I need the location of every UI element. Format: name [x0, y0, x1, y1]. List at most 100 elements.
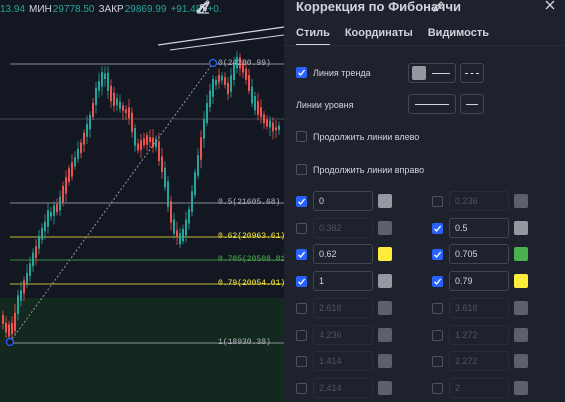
candle-body [125, 109, 127, 113]
brush-tool-icon[interactable] [197, 0, 268, 18]
level-value-input[interactable]: 3.618 [449, 298, 509, 318]
level-lines-style-picker[interactable] [460, 94, 484, 114]
candle-body [227, 82, 229, 95]
trend-line-style-picker[interactable] [460, 63, 484, 83]
fib-anchor-end[interactable] [208, 58, 218, 68]
level-value-input[interactable]: 2.618 [313, 298, 373, 318]
level-checkbox[interactable] [296, 195, 307, 207]
extend-left-checkbox[interactable] [296, 131, 307, 142]
level-value-input[interactable]: 1.414 [313, 351, 373, 371]
level-row: 0.62 [296, 244, 392, 264]
level-color-swatch[interactable] [378, 354, 392, 368]
level-color-swatch[interactable] [514, 301, 528, 315]
level-checkbox[interactable] [296, 302, 307, 314]
level-color-swatch[interactable] [378, 328, 392, 342]
pencil-icon[interactable] [432, 0, 445, 18]
level-color-swatch[interactable] [378, 194, 392, 208]
level-value-input[interactable]: 0.5 [449, 218, 509, 238]
candle-body [113, 92, 115, 106]
level-value-input[interactable]: 0.62 [313, 244, 373, 264]
candle-body [176, 230, 178, 238]
candle-body [41, 227, 43, 240]
fib-anchor-start[interactable] [5, 337, 15, 347]
level-color-swatch[interactable] [378, 274, 392, 288]
tab-visibility[interactable]: Видимость [428, 27, 489, 46]
level-checkbox[interactable] [432, 248, 443, 260]
extend-right-checkbox[interactable] [296, 164, 307, 175]
trend-line-color-picker[interactable] [408, 63, 456, 83]
candle-body [218, 74, 220, 83]
level-checkbox[interactable] [296, 275, 307, 287]
tab-coordinates[interactable]: Координаты [345, 27, 413, 46]
level-value-input[interactable]: 1.272 [449, 325, 509, 345]
level-value-input[interactable]: 2.414 [313, 378, 373, 398]
candle-body [173, 219, 175, 234]
dialog-tabs: Стиль Координаты Видимость [296, 27, 504, 46]
extend-left-label: Продолжить линии влево [313, 131, 420, 142]
level-color-swatch[interactable] [514, 354, 528, 368]
candle-body [11, 322, 13, 335]
level-color-swatch[interactable] [378, 301, 392, 315]
ohlc-prefix: 13.94 [0, 3, 26, 15]
level-value-input[interactable]: 2 [449, 378, 509, 398]
level-value-input[interactable]: 0.236 [449, 191, 509, 211]
level-checkbox[interactable] [432, 222, 443, 234]
trend-line-upper[interactable] [157, 26, 284, 46]
candle-body [77, 148, 79, 159]
candle-body [140, 140, 142, 150]
level-checkbox[interactable] [432, 382, 443, 394]
level-checkbox[interactable] [296, 222, 307, 234]
close-icon[interactable] [544, 0, 556, 16]
level-checkbox[interactable] [432, 302, 443, 314]
level-checkbox[interactable] [296, 329, 307, 341]
level-color-swatch[interactable] [514, 381, 528, 395]
level-value-input[interactable]: 0.705 [449, 244, 509, 264]
level-value-input[interactable]: 0.79 [449, 271, 509, 291]
level-row: 3.618 [432, 298, 528, 318]
level-color-swatch[interactable] [514, 328, 528, 342]
candle-body [278, 125, 280, 131]
candle-body [263, 114, 265, 124]
level-color-swatch[interactable] [378, 221, 392, 235]
trend-line-label: Линия тренда [313, 67, 371, 78]
candle-body [83, 132, 85, 145]
tab-style[interactable]: Стиль [296, 27, 330, 46]
level-value-input[interactable]: 1 [313, 271, 373, 291]
level-row: 2.618 [296, 298, 392, 318]
candle-body [53, 205, 55, 216]
trend-line-checkbox[interactable] [296, 67, 307, 78]
trend-line-lower[interactable] [169, 34, 284, 51]
level-color-swatch[interactable] [514, 274, 528, 288]
level-checkbox[interactable] [296, 382, 307, 394]
level-color-swatch[interactable] [514, 221, 528, 235]
candle-body [161, 156, 163, 173]
level-checkbox[interactable] [296, 355, 307, 367]
level-value-input[interactable]: 0 [313, 191, 373, 211]
level-value-input[interactable]: 0.382 [313, 218, 373, 238]
candle-body [275, 127, 277, 131]
level-checkbox[interactable] [432, 329, 443, 341]
level-color-swatch[interactable] [514, 247, 528, 261]
level-lines-width-picker[interactable] [408, 94, 456, 114]
candle-body [200, 137, 202, 160]
candle-body [254, 96, 256, 111]
price-chart[interactable]: 0(24280.99) 0.5(21605.68) 0.62(20963.61)… [0, 0, 284, 402]
level-color-swatch[interactable] [378, 381, 392, 395]
candle-body [179, 233, 181, 245]
candle-body [89, 114, 91, 130]
candle-body [38, 235, 40, 249]
level-color-swatch[interactable] [378, 247, 392, 261]
candle-body [59, 196, 61, 211]
level-checkbox[interactable] [296, 248, 307, 260]
fib-label-0.62: 0.62(20963.61) [218, 232, 284, 241]
candle-body [8, 324, 10, 337]
level-value-input[interactable]: 2.272 [449, 351, 509, 371]
candle-body [26, 273, 28, 284]
level-checkbox[interactable] [432, 195, 443, 207]
level-color-swatch[interactable] [514, 194, 528, 208]
level-checkbox[interactable] [432, 275, 443, 287]
extend-left-row: Продолжить линии влево [296, 131, 419, 142]
path-tool-icon[interactable] [196, 0, 244, 18]
level-checkbox[interactable] [432, 355, 443, 367]
level-value-input[interactable]: 4.236 [313, 325, 373, 345]
